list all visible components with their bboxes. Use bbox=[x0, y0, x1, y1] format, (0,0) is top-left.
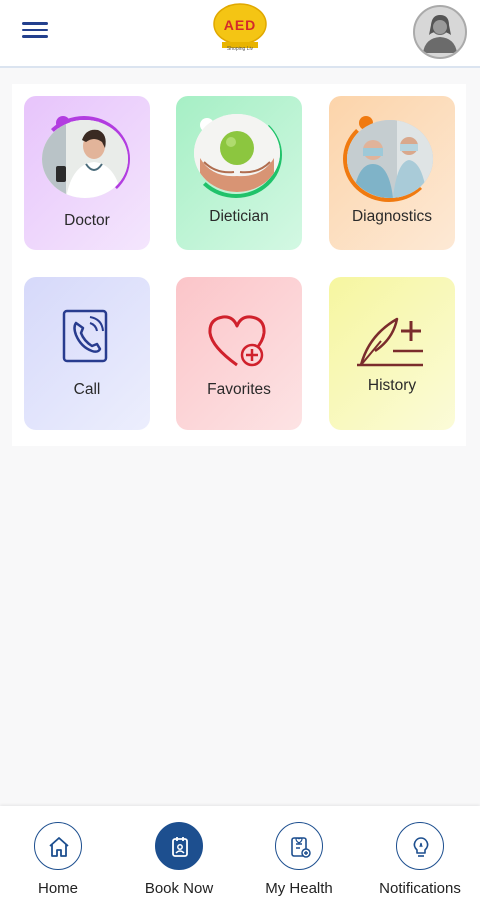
book-now-icon[interactable] bbox=[155, 822, 203, 870]
nav-notifications-label: Notifications bbox=[379, 880, 461, 897]
lightbulb-icon[interactable] bbox=[396, 822, 444, 870]
heart-plus-icon bbox=[208, 315, 266, 367]
nav-home[interactable]: Home bbox=[0, 822, 118, 900]
phone-call-icon bbox=[62, 309, 108, 363]
doctor-label: Doctor bbox=[64, 212, 110, 229]
services-grid: Doctor Dietician Diagnostics Call Favori… bbox=[12, 84, 466, 446]
diagnostics-photo bbox=[347, 120, 433, 198]
dietician-label: Dietician bbox=[209, 208, 269, 225]
nav-book-now-label: Book Now bbox=[144, 880, 214, 897]
call-label: Call bbox=[73, 381, 101, 398]
call-tile[interactable]: Call bbox=[24, 277, 150, 430]
hospital-logo: AED Shoping Liv bbox=[206, 2, 274, 62]
nav-book-now[interactable]: Book Now bbox=[119, 822, 239, 900]
diagnostics-tile[interactable]: Diagnostics bbox=[329, 96, 455, 250]
favorites-label: Favorites bbox=[207, 381, 271, 398]
doctor-tile[interactable]: Doctor bbox=[24, 96, 150, 250]
logo-subtext: Shoping Liv bbox=[226, 46, 254, 52]
doctor-photo bbox=[42, 120, 128, 198]
app-header: AED Shoping Liv bbox=[0, 0, 480, 68]
history-label: History bbox=[367, 377, 417, 394]
diagnostics-label: Diagnostics bbox=[351, 208, 433, 225]
bottom-navigation: Home Book Now My Health Notifications bbox=[0, 806, 480, 900]
home-icon[interactable] bbox=[34, 822, 82, 870]
hamburger-menu-icon[interactable] bbox=[20, 18, 50, 46]
dietician-apple-photo bbox=[194, 114, 280, 192]
history-tile[interactable]: History bbox=[329, 277, 455, 430]
nav-notifications[interactable]: Notifications bbox=[360, 822, 480, 900]
favorites-tile[interactable]: Favorites bbox=[176, 277, 302, 430]
logo-text: AED bbox=[223, 17, 257, 33]
nav-my-health-label: My Health bbox=[265, 880, 333, 897]
user-avatar-icon[interactable] bbox=[413, 5, 467, 59]
nav-home-label: Home bbox=[37, 880, 78, 897]
dietician-tile[interactable]: Dietician bbox=[176, 96, 302, 250]
nav-my-health[interactable]: My Health bbox=[239, 822, 359, 900]
health-record-icon[interactable] bbox=[275, 822, 323, 870]
quill-history-icon bbox=[357, 317, 423, 367]
